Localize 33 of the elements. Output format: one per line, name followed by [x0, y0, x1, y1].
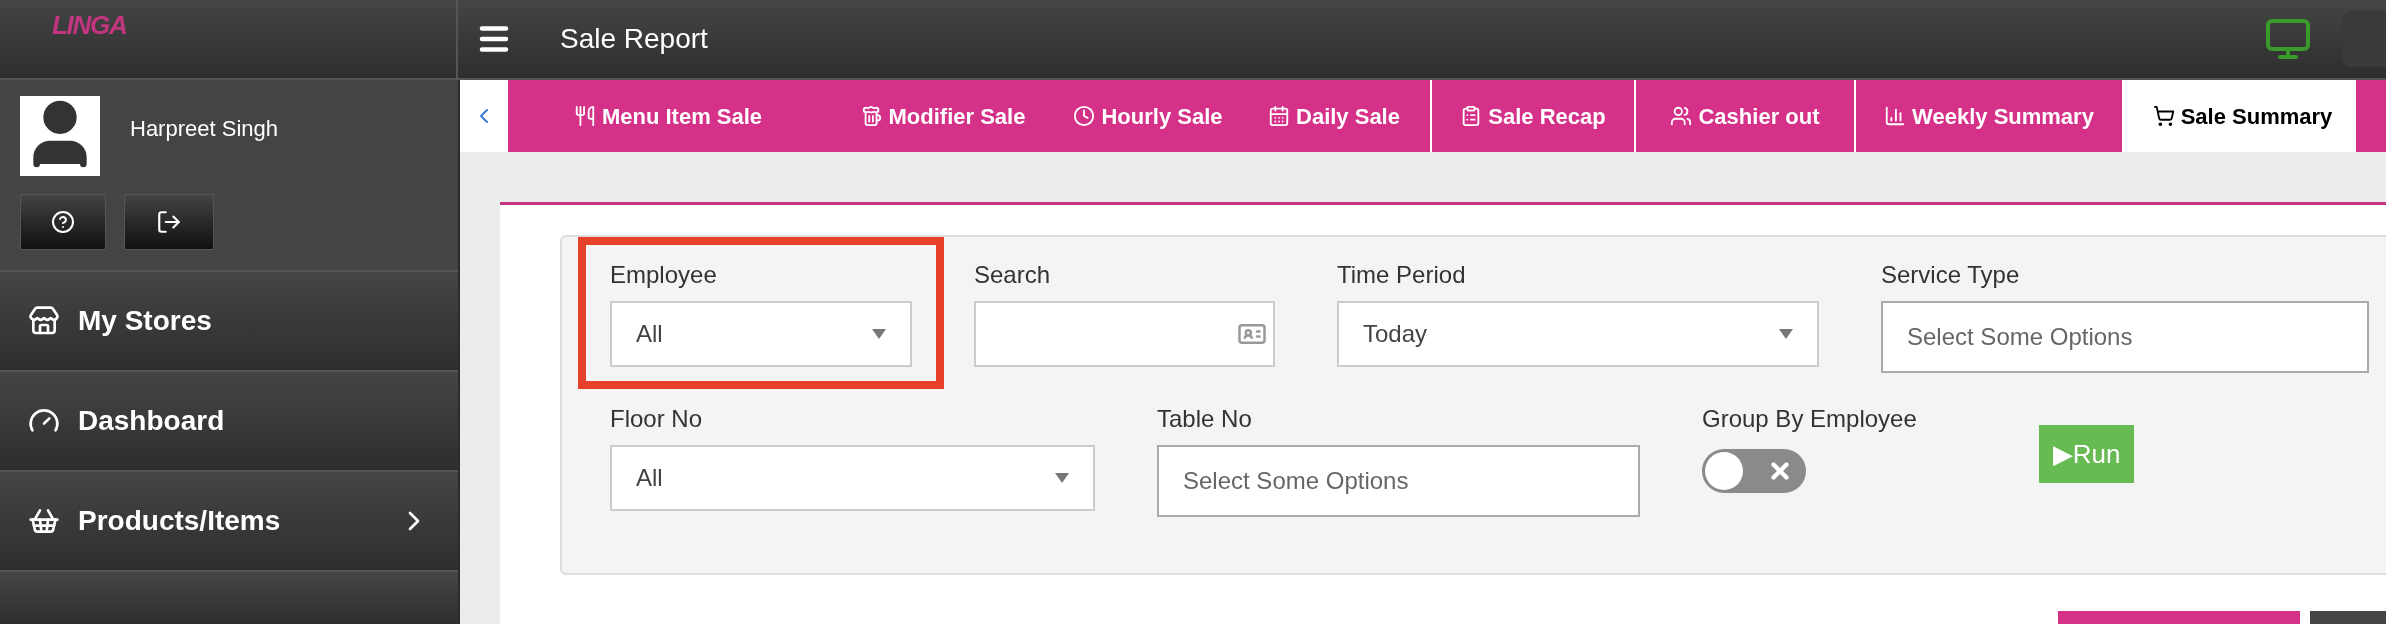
field-label: Search: [974, 260, 1052, 290]
dropdown[interactable]: Today: [1337, 301, 1819, 367]
caret-icon: [872, 329, 886, 339]
report-tab[interactable]: Sale Summary: [2124, 80, 2356, 152]
multi-select-field[interactable]: Select Some Options: [1157, 445, 1640, 517]
store-icon: [28, 305, 60, 337]
caret-icon: [1779, 329, 1793, 339]
users-icon: [1670, 105, 1693, 127]
field-label: Employee: [610, 260, 718, 290]
field-label: Floor No: [610, 404, 704, 434]
multi-select-field[interactable]: Select Some Options: [1881, 301, 2369, 373]
page-title: Sale Report: [560, 22, 708, 56]
caret-icon: [1055, 473, 1069, 483]
field-label: Time Period: [1337, 260, 1467, 290]
clock-icon: [1073, 105, 1096, 127]
field-label: Table No: [1157, 404, 1253, 434]
field-label: Service Type: [1881, 260, 2021, 290]
field-label: Group By Employee: [1702, 404, 1917, 434]
dropdown[interactable]: All: [610, 301, 912, 367]
user-name: Harpreet Singh: [130, 115, 278, 143]
logo: LINGA: [52, 9, 127, 42]
help-button[interactable]: [20, 194, 106, 250]
logout-button[interactable]: [124, 194, 214, 250]
calendar-icon: [1268, 105, 1290, 127]
logout-icon: [156, 209, 182, 235]
toggle-switch[interactable]: [1702, 449, 1806, 493]
help-icon: [51, 210, 75, 234]
cart-icon: [2152, 105, 2175, 127]
search-field[interactable]: [974, 301, 1275, 367]
mug-icon: [860, 105, 883, 127]
utensils-icon: [573, 105, 596, 127]
dropdown[interactable]: All: [610, 445, 1095, 511]
bar-chart-icon: [1884, 105, 1907, 127]
